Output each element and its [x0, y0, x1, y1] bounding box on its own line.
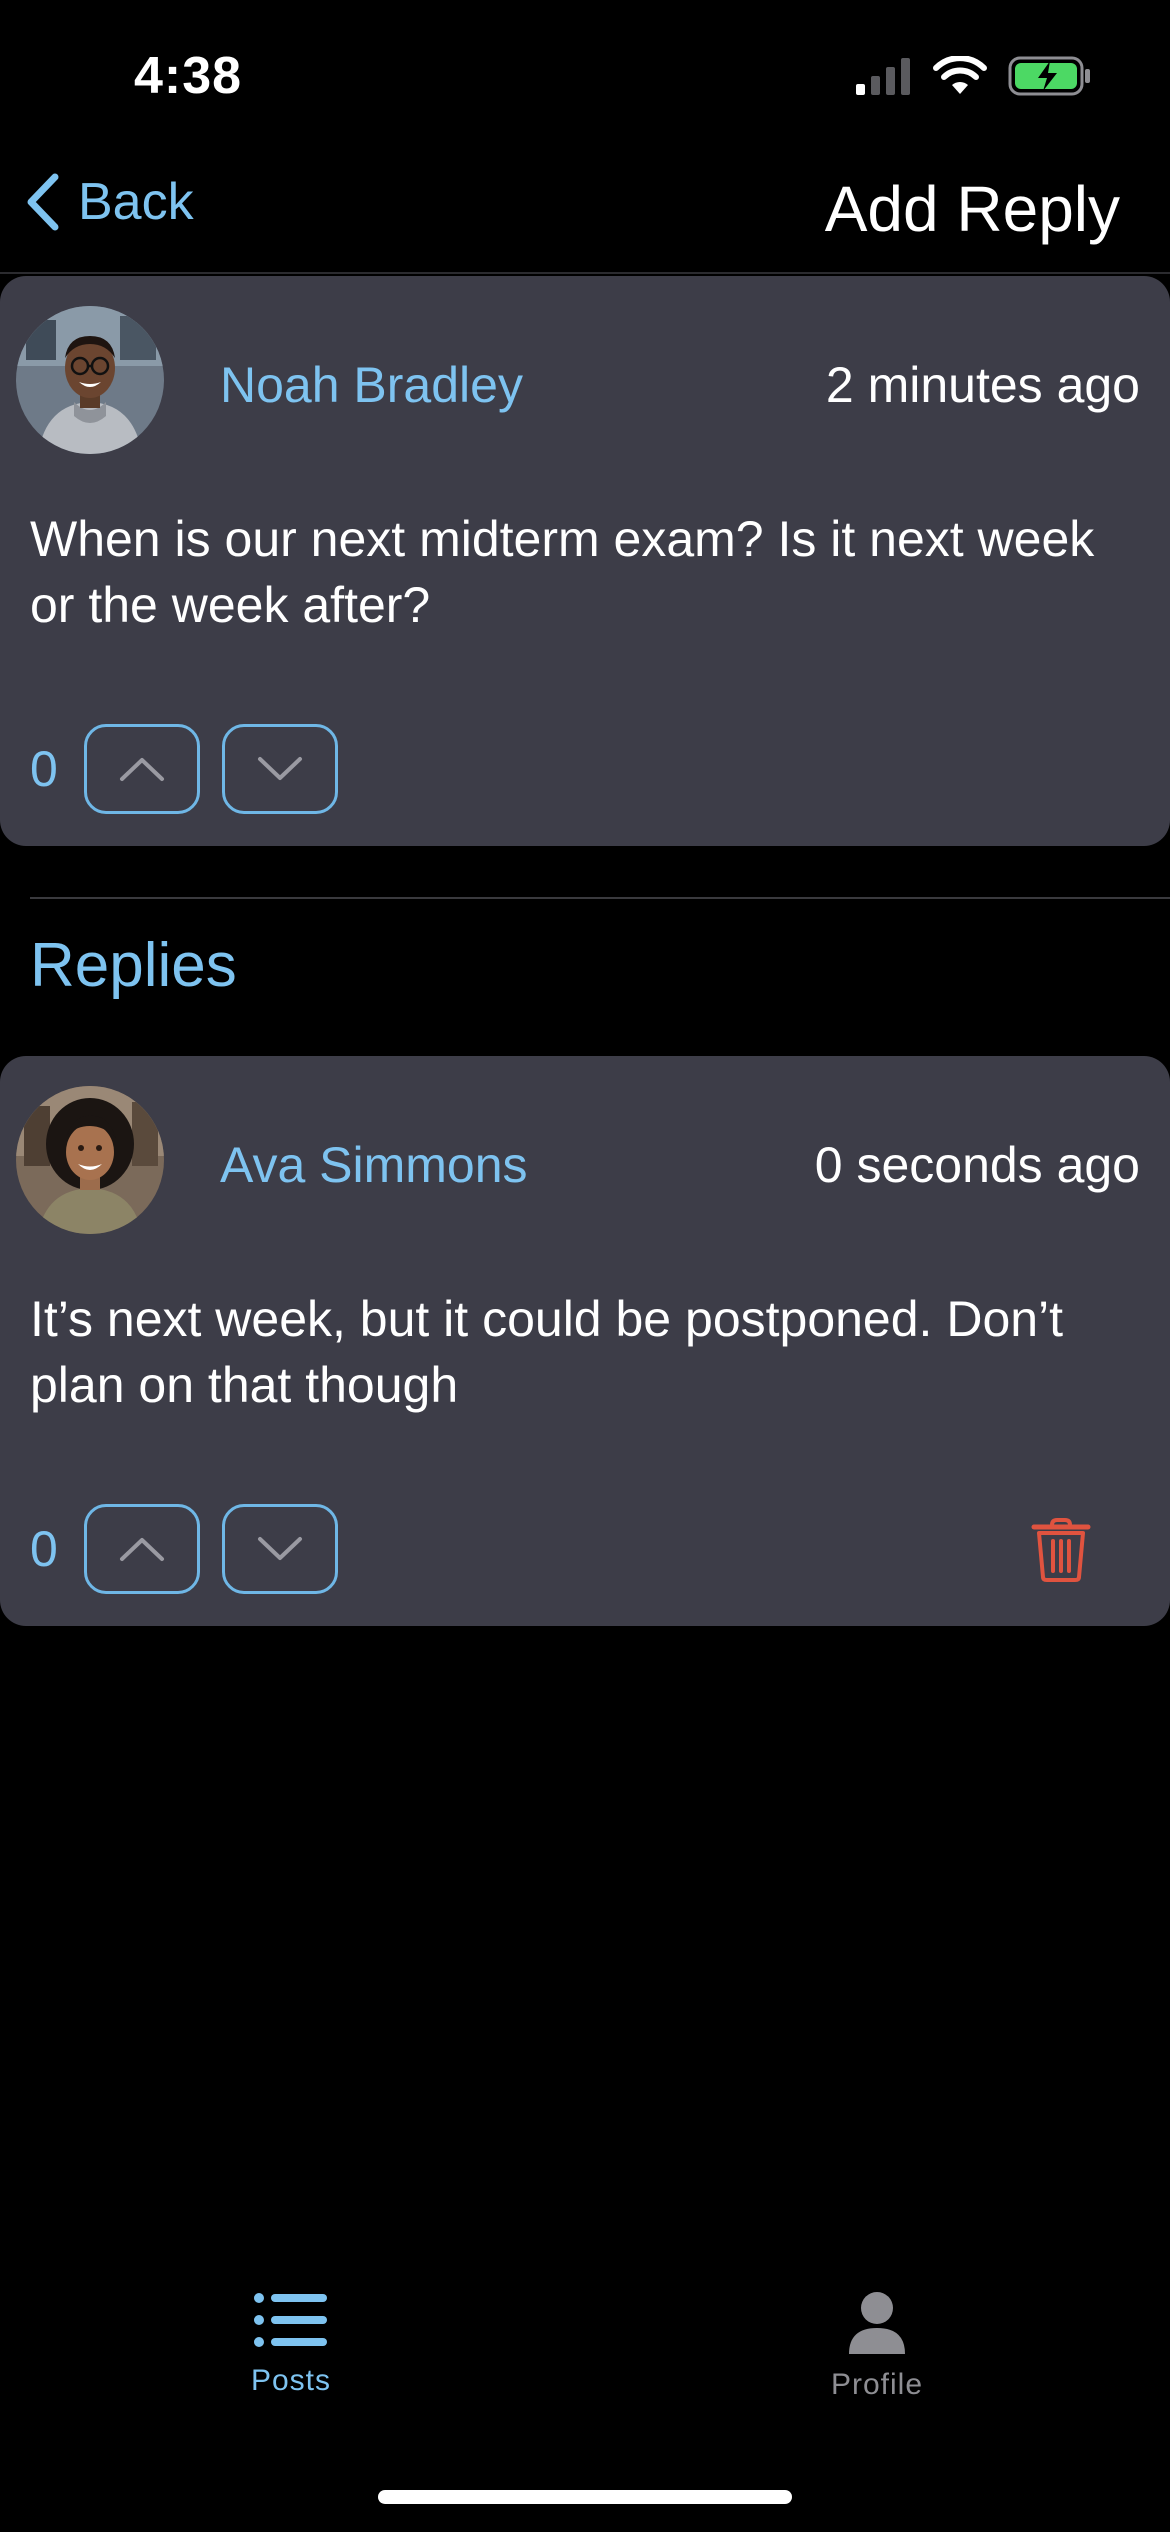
reply-author-name[interactable]: Ava Simmons	[220, 1136, 528, 1194]
avatar-photo	[16, 1086, 164, 1234]
back-button[interactable]: Back	[26, 172, 194, 232]
vote-count: 0	[30, 1521, 58, 1577]
reply-body: It’s next week, but it could be postpone…	[30, 1291, 1064, 1413]
downvote-button[interactable]	[222, 724, 338, 814]
reply-card: Ava Simmons 0 seconds ago It’s next week…	[0, 1056, 1170, 1626]
trash-icon	[1031, 1518, 1091, 1582]
wifi-icon	[933, 56, 987, 94]
nav-divider	[0, 272, 1170, 274]
battery-charging-icon	[1008, 56, 1090, 96]
avatar[interactable]	[16, 1086, 164, 1234]
post-author-name[interactable]: Noah Bradley	[220, 356, 523, 414]
status-time: 4:38	[134, 47, 243, 105]
avatar-photo	[16, 306, 164, 454]
replies-heading: Replies	[30, 931, 237, 1000]
tab-label: Profile	[830, 2368, 924, 2401]
page-title[interactable]: Add Reply	[825, 172, 1120, 246]
downvote-button[interactable]	[222, 1504, 338, 1594]
upvote-button[interactable]	[84, 724, 200, 814]
list-icon	[254, 2293, 327, 2347]
reply-timestamp: 0 seconds ago	[814, 1137, 1140, 1193]
tab-bar: Posts Profile	[0, 2290, 1170, 2440]
chevron-left-icon	[27, 173, 59, 231]
chevron-down-icon	[258, 1537, 302, 1560]
back-label: Back	[78, 173, 194, 231]
chevron-down-icon	[258, 757, 302, 780]
navigation-bar: Back Add Reply	[0, 160, 1170, 270]
tab-label: Posts	[250, 2364, 332, 2397]
post-timestamp: 2 minutes ago	[825, 357, 1140, 413]
vote-controls: 0	[30, 1502, 360, 1596]
tab-profile[interactable]: Profile	[727, 2290, 1027, 2402]
vote-count: 0	[30, 741, 58, 797]
status-icons	[854, 55, 1092, 97]
home-indicator[interactable]	[378, 2490, 792, 2504]
post-card: Noah Bradley 2 minutes ago When is our n…	[0, 276, 1170, 846]
chevron-up-icon	[120, 1538, 164, 1561]
tab-posts[interactable]: Posts	[141, 2290, 441, 2398]
cellular-signal-icon	[856, 58, 910, 95]
post-body: When is our next midterm exam? Is it nex…	[30, 511, 1095, 633]
vote-controls: 0	[30, 722, 360, 816]
delete-button[interactable]	[1026, 1510, 1096, 1590]
person-icon	[849, 2292, 905, 2354]
upvote-button[interactable]	[84, 1504, 200, 1594]
status-bar: 4:38	[0, 0, 1170, 150]
avatar[interactable]	[16, 306, 164, 454]
section-divider	[30, 897, 1170, 899]
chevron-up-icon	[120, 758, 164, 781]
